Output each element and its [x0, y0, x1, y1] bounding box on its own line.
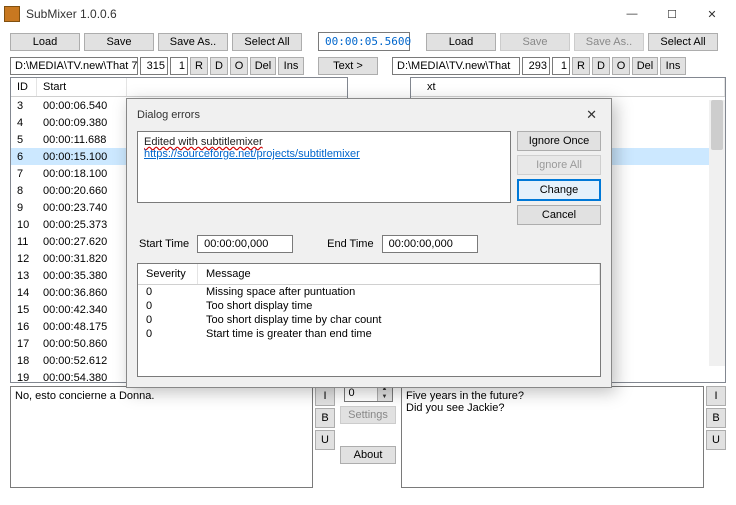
bottom-area: No, esto concierne a Donna. I B U Time B…	[0, 383, 736, 491]
end-time-label: End Time	[327, 238, 373, 250]
count-left[interactable]: 315	[140, 57, 168, 75]
bold-button-right[interactable]: B	[706, 408, 726, 428]
credits-link[interactable]: https://sourceforge.net/projects/subtitl…	[144, 148, 360, 160]
format-buttons-left: I B U	[315, 386, 335, 488]
dialog-credits[interactable]: Edited with subtitlemixer https://source…	[137, 131, 511, 203]
path-left[interactable]: D:\MEDIA\TV.new\That 7	[10, 57, 138, 75]
titlebar: SubMixer 1.0.0.6 — ☐ ✕	[0, 0, 736, 28]
error-row[interactable]: 0Start time is greater than end time	[138, 327, 600, 341]
error-row[interactable]: 0Too short display time by char count	[138, 313, 600, 327]
ignore-all-button[interactable]: Ignore All	[517, 155, 601, 175]
dialog-errors: Dialog errors ✕ Edited with subtitlemixe…	[126, 98, 612, 388]
path-right[interactable]: D:\MEDIA\TV.new\That	[392, 57, 520, 75]
o-button-left[interactable]: O	[230, 57, 248, 75]
text-button[interactable]: Text >	[318, 57, 378, 75]
italic-button-right[interactable]: I	[706, 386, 726, 406]
del-button-right[interactable]: Del	[632, 57, 658, 75]
italic-button-left[interactable]: I	[315, 386, 335, 406]
underline-button-left[interactable]: U	[315, 430, 335, 450]
col-start-header[interactable]: Start	[37, 78, 127, 96]
vscroll-right[interactable]	[709, 100, 725, 366]
end-time-input[interactable]: 00:00:00,000	[382, 235, 478, 253]
timecode-display[interactable]: 00:00:05.5600	[318, 32, 410, 51]
cancel-button[interactable]: Cancel	[517, 205, 601, 225]
about-button[interactable]: About	[340, 446, 396, 464]
d-button-left[interactable]: D	[210, 57, 228, 75]
index-left[interactable]: 1	[170, 57, 188, 75]
preview-left[interactable]: No, esto concierne a Donna.	[10, 386, 313, 488]
maximize-button[interactable]: ☐	[652, 2, 692, 26]
r-button-left[interactable]: R	[190, 57, 208, 75]
mid-column: Time Base 0 ▲▼ Settings About	[337, 386, 399, 488]
load-button-left[interactable]: Load	[10, 33, 80, 51]
toolbar-primary: Load Save Save As.. Select All 00:00:05.…	[0, 28, 736, 55]
severity-header[interactable]: Severity	[138, 264, 198, 284]
message-header[interactable]: Message	[198, 264, 600, 284]
col-id-header[interactable]: ID	[11, 78, 37, 96]
selectall-button-left[interactable]: Select All	[232, 33, 302, 51]
saveas-button-right[interactable]: Save As..	[574, 33, 644, 51]
minimize-button[interactable]: —	[612, 2, 652, 26]
format-buttons-right: I B U	[706, 386, 726, 488]
del-button-left[interactable]: Del	[250, 57, 276, 75]
underline-button-right[interactable]: U	[706, 430, 726, 450]
saveas-button-left[interactable]: Save As..	[158, 33, 228, 51]
index-right[interactable]: 1	[552, 57, 570, 75]
dialog-title: Dialog errors	[137, 109, 200, 121]
start-time-label: Start Time	[139, 238, 189, 250]
error-row[interactable]: 0Too short display time	[138, 299, 600, 313]
bold-button-left[interactable]: B	[315, 408, 335, 428]
ins-button-left[interactable]: Ins	[278, 57, 304, 75]
grid-left-header: ID Start	[11, 78, 347, 97]
r-button-right[interactable]: R	[572, 57, 590, 75]
ins-button-right[interactable]: Ins	[660, 57, 686, 75]
change-button[interactable]: Change	[517, 179, 601, 201]
count-right[interactable]: 293	[522, 57, 550, 75]
col-text-header[interactable]: xt	[411, 78, 725, 96]
spin-down-icon[interactable]: ▼	[378, 393, 392, 401]
grid-right-header: xt	[411, 78, 725, 97]
preview-right[interactable]: Five years in the future? Did you see Ja…	[401, 386, 704, 488]
d-button-right[interactable]: D	[592, 57, 610, 75]
save-button-left[interactable]: Save	[84, 33, 154, 51]
error-row[interactable]: 0Missing space after puntuation	[138, 285, 600, 299]
start-time-input[interactable]: 00:00:00,000	[197, 235, 293, 253]
window-title: SubMixer 1.0.0.6	[26, 7, 612, 21]
load-button-right[interactable]: Load	[426, 33, 496, 51]
credits-line1: Edited with subtitlemixer	[144, 136, 504, 148]
ignore-once-button[interactable]: Ignore Once	[517, 131, 601, 151]
dialog-close-button[interactable]: ✕	[582, 107, 601, 123]
close-button[interactable]: ✕	[692, 2, 732, 26]
error-grid[interactable]: Severity Message 0Missing space after pu…	[137, 263, 601, 377]
selectall-button-right[interactable]: Select All	[648, 33, 718, 51]
toolbar-secondary: D:\MEDIA\TV.new\That 7 315 1 R D O Del I…	[0, 55, 736, 77]
settings-button[interactable]: Settings	[340, 406, 396, 424]
save-button-right[interactable]: Save	[500, 33, 570, 51]
app-icon	[4, 6, 20, 22]
o-button-right[interactable]: O	[612, 57, 630, 75]
